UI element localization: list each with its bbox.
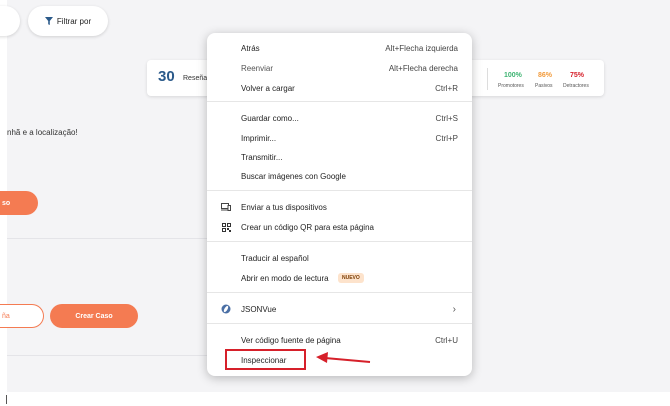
menu-item-shortcut: Alt+Flecha derecha [388,63,458,73]
promoters-label: Promotores [498,83,524,89]
menu-item-view-source[interactable]: Ver código fuente de página Ctrl+U [207,330,472,350]
menu-item-reading-mode[interactable]: Abrir en modo de lectura NUEVO [207,268,472,288]
jsonvue-icon [221,304,231,314]
menu-item-shortcut: Ctrl+R [435,83,458,93]
menu-divider [207,190,472,191]
menu-item-forward[interactable]: Reenviar Alt+Flecha derecha [207,58,472,78]
menu-item-shortcut: Ctrl+U [435,335,458,345]
stats-divider [487,68,488,90]
filter-icon [44,17,53,25]
menu-item-back[interactable]: Atrás Alt+Flecha izquierda [207,38,472,58]
menu-item-label: Abrir en modo de lectura [241,273,329,283]
menu-item-cast[interactable]: Transmitir... [207,147,472,167]
menu-item-label: JSONVue [241,304,277,314]
bottom-separator [7,355,207,356]
menu-item-print[interactable]: Imprimir... Ctrl+P [207,128,472,148]
menu-item-translate[interactable]: Traducir al español [207,248,472,268]
menu-item-reload[interactable]: Volver a cargar Ctrl+R [207,78,472,98]
menu-divider [207,241,472,242]
menu-divider [207,292,472,293]
menu-item-label: Reenviar [241,63,274,73]
context-menu: Atrás Alt+Flecha izquierda Reenviar Alt+… [207,33,472,376]
menu-item-qr-code[interactable]: Crear un código QR para esta página [207,217,472,237]
qr-code-icon [221,222,231,232]
review-count-label: Reseña [183,75,208,82]
menu-item-jsonvue[interactable]: JSONVue › [207,299,472,319]
menu-item-label: Crear un código QR para esta página [241,222,374,232]
create-case-button[interactable]: Crear Caso [50,304,138,328]
promoters-percent: 100% [504,72,522,79]
menu-item-label: Volver a cargar [241,83,295,93]
inspect-highlight-box [225,349,306,370]
menu-item-shortcut: Ctrl+S [435,113,458,123]
menu-item-label: Guardar como... [241,113,299,123]
section-separator [7,238,207,239]
menu-item-shortcut: Ctrl+P [435,133,458,143]
devices-icon [221,202,231,212]
menu-item-label: Buscar imágenes con Google [241,171,346,181]
menu-item-label: Ver código fuente de página [241,335,341,345]
detractors-label: Detractores [563,83,589,89]
case-button-fragment[interactable]: so [0,191,38,215]
filter-button[interactable]: Filtrar por [28,6,108,36]
case-button-fragment-label: so [2,199,11,207]
menu-divider [207,323,472,324]
outline-button-fragment[interactable]: ña [0,304,44,328]
chevron-right-icon: › [452,303,456,315]
filter-button-label: Filtrar por [56,16,92,26]
text-cursor [6,395,7,404]
menu-item-send-to-devices[interactable]: Enviar a tus dispositivos [207,197,472,217]
menu-divider [207,101,472,102]
passives-percent: 86% [538,72,553,79]
passives-label: Pasivos [535,83,553,89]
menu-item-label: Enviar a tus dispositivos [241,202,327,212]
menu-item-search-images[interactable]: Buscar imágenes con Google [207,166,472,186]
review-text-fragment: nhã e a localização! [7,128,78,137]
new-badge: NUEVO [338,273,364,283]
menu-item-label: Atrás [241,43,260,53]
menu-item-shortcut: Alt+Flecha izquierda [385,43,458,53]
menu-item-label: Traducir al español [241,253,309,263]
review-count: 30 [158,68,175,85]
menu-item-label: Transmitir... [241,152,283,162]
outline-button-fragment-label: ña [2,312,10,320]
menu-item-label: Imprimir... [241,133,277,143]
menu-item-save-as[interactable]: Guardar como... Ctrl+S [207,108,472,128]
detractors-percent: 75% [570,72,585,79]
